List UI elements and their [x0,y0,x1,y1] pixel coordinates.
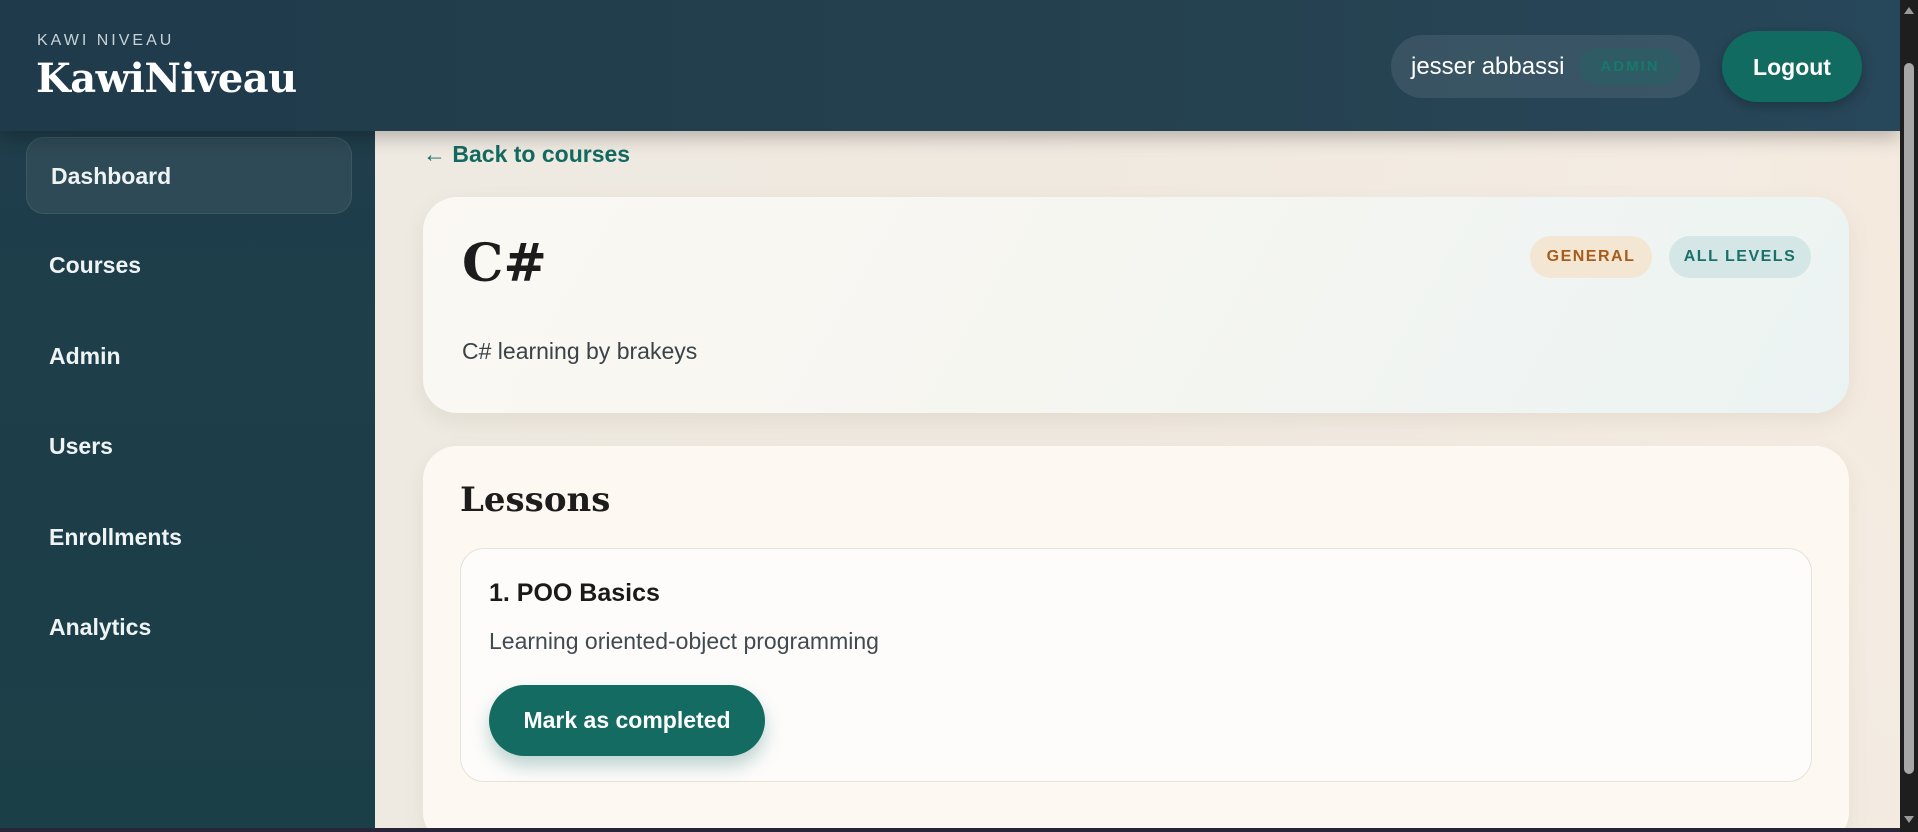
sidebar: Dashboard Courses Admin Users Enrollment… [0,131,375,832]
scroll-up-arrow-icon[interactable] [1904,7,1914,14]
lesson-description: Learning oriented-object programming [489,628,879,654]
top-header: KAWI NIVEAU KawiNiveau jesser abbassi AD… [0,0,1900,131]
brand-kicker: KAWI NIVEAU [37,32,175,49]
level-tag: ALL LEVELS [1669,236,1811,278]
back-to-courses-link[interactable]: ← Back to courses [423,141,630,168]
course-description: C# learning by brakeys [462,338,698,364]
course-title: C# [462,233,547,294]
vertical-scrollbar[interactable] [1900,0,1918,832]
course-header-card: C# C# learning by brakeys GENERAL ALL LE… [423,197,1849,413]
sidebar-item-courses[interactable]: Courses [26,227,352,304]
window-bottom-edge [0,828,1900,832]
lesson-title: 1. POO Basics [489,579,660,607]
app-window: KAWI NIVEAU KawiNiveau jesser abbassi AD… [0,0,1918,832]
role-badge: ADMIN [1579,48,1681,85]
brand-logo[interactable]: KawiNiveau [36,55,297,102]
scroll-down-arrow-icon[interactable] [1904,816,1914,823]
scrollbar-thumb[interactable] [1904,63,1914,774]
sidebar-item-enrollments[interactable]: Enrollments [26,499,352,576]
sidebar-item-dashboard[interactable]: Dashboard [26,137,352,214]
lessons-heading: Lessons [460,480,611,520]
mark-as-completed-button[interactable]: Mark as completed [489,685,765,756]
sidebar-item-users[interactable]: Users [26,408,352,485]
logout-button[interactable]: Logout [1722,31,1862,102]
sidebar-item-admin[interactable]: Admin [26,318,352,395]
lesson-item: 1. POO Basics Learning oriented-object p… [460,548,1812,782]
category-tag: GENERAL [1530,236,1652,278]
main-content: ← Back to courses C# C# learning by brak… [375,131,1900,832]
lessons-section: Lessons 1. POO Basics Learning oriented-… [423,446,1849,832]
sidebar-item-analytics[interactable]: Analytics [26,589,352,666]
user-menu[interactable]: jesser abbassi ADMIN [1391,35,1700,98]
user-name: jesser abbassi [1411,53,1565,80]
